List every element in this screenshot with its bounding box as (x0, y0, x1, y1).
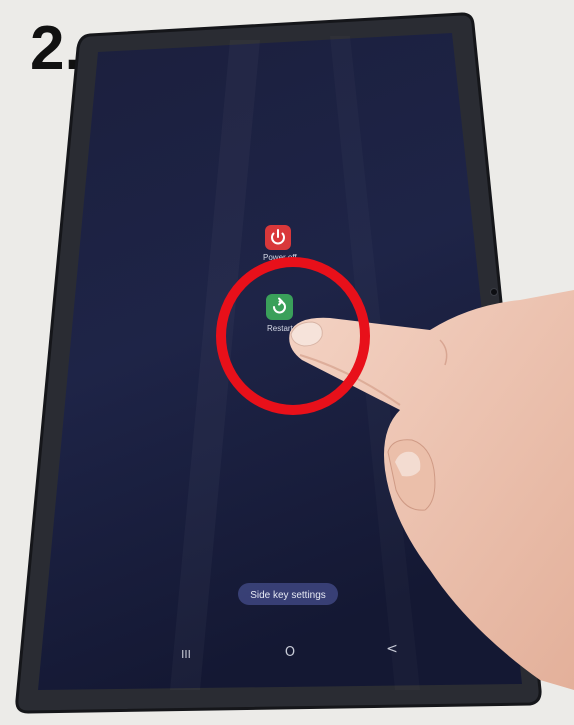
side-key-settings-button[interactable]: Side key settings (238, 583, 338, 605)
recents-button[interactable]: III (181, 648, 191, 661)
front-camera (490, 288, 498, 296)
restart-button[interactable] (266, 294, 293, 320)
restart-label: Restart (267, 324, 294, 333)
home-button[interactable]: O (285, 645, 295, 660)
power-off-button[interactable] (265, 225, 291, 250)
photo-scene: Power off Restart Side key settings III … (15, 12, 574, 714)
side-key-settings-label: Side key settings (250, 590, 326, 601)
back-button[interactable]: < (386, 641, 398, 657)
